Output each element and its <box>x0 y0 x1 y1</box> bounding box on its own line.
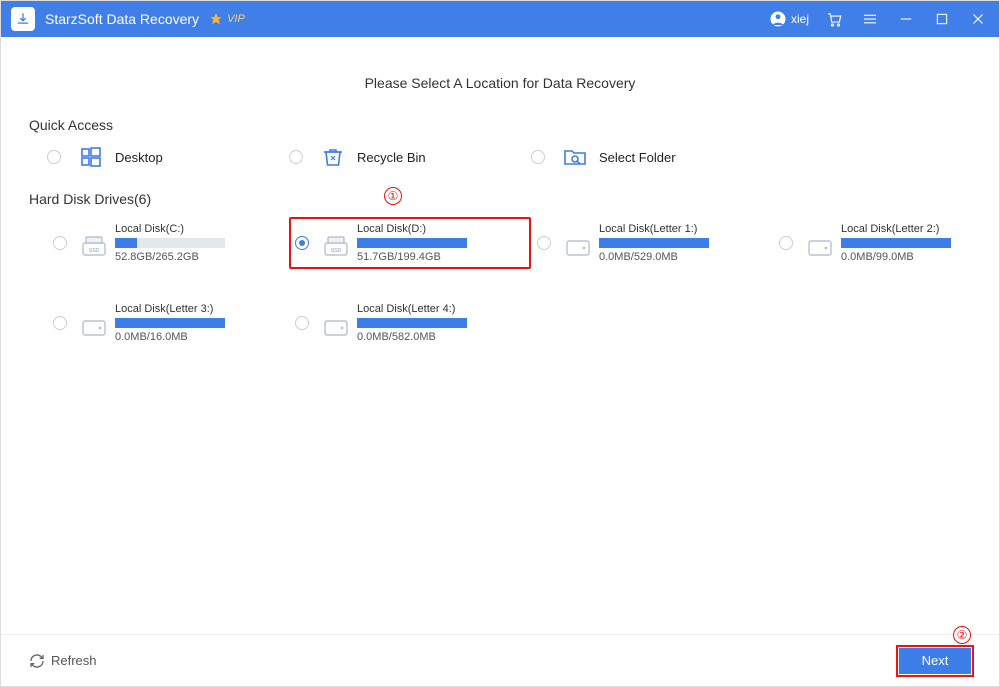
drive-letter2[interactable]: Local Disk(Letter 2:) 0.0MB/99.0MB <box>773 217 1000 269</box>
drives-grid: SSD Local Disk(C:) 52.8GB/265.2GB SSD Lo… <box>47 217 971 349</box>
drive-d[interactable]: SSD Local Disk(D:) 51.7GB/199.4GB <box>289 217 531 269</box>
folder-search-icon <box>561 143 589 171</box>
drive-usage: 52.8GB/265.2GB <box>115 251 235 263</box>
radio-recycle[interactable] <box>289 150 303 164</box>
radio-drive[interactable] <box>53 236 67 250</box>
usage-bar <box>599 238 709 248</box>
drive-usage: 0.0MB/16.0MB <box>115 331 235 343</box>
quick-access-header: Quick Access <box>29 117 971 133</box>
ssd-icon: SSD <box>323 235 349 257</box>
maximize-icon[interactable] <box>931 8 953 30</box>
footer: Refresh ② Next <box>1 634 999 686</box>
drive-letter4[interactable]: Local Disk(Letter 4:) 0.0MB/582.0MB <box>289 297 531 349</box>
usage-bar <box>115 318 225 328</box>
drive-name: Local Disk(Letter 2:) <box>841 223 961 235</box>
drive-name: Local Disk(Letter 4:) <box>357 303 477 315</box>
radio-drive[interactable] <box>53 316 67 330</box>
quick-label: Select Folder <box>599 150 676 165</box>
radio-drive[interactable] <box>295 236 309 250</box>
usage-bar <box>115 238 225 248</box>
minimize-icon[interactable] <box>895 8 917 30</box>
cart-icon[interactable] <box>823 8 845 30</box>
annotation-1: ① <box>384 187 402 205</box>
refresh-label: Refresh <box>51 653 97 668</box>
username: xiej <box>791 12 809 26</box>
svg-text:SSD: SSD <box>89 248 100 254</box>
drive-letter3[interactable]: Local Disk(Letter 3:) 0.0MB/16.0MB <box>47 297 289 349</box>
windows-icon <box>77 143 105 171</box>
drive-name: Local Disk(D:) <box>357 223 477 235</box>
ssd-icon: SSD <box>81 235 107 257</box>
hdd-icon <box>81 315 107 337</box>
radio-drive[interactable] <box>295 316 309 330</box>
quick-item-folder[interactable]: Select Folder <box>531 143 773 171</box>
titlebar: StarzSoft Data Recovery VIP xiej <box>1 1 999 37</box>
hard-drives-header: Hard Disk Drives(6) <box>29 191 971 207</box>
app-title: StarzSoft Data Recovery <box>45 11 199 27</box>
quick-item-recycle[interactable]: Recycle Bin <box>289 143 531 171</box>
usage-bar <box>357 318 467 328</box>
quick-access-row: Desktop Recycle Bin Select Folder <box>29 143 971 171</box>
radio-drive[interactable] <box>779 236 793 250</box>
menu-icon[interactable] <box>859 8 881 30</box>
quick-item-desktop[interactable]: Desktop <box>47 143 289 171</box>
radio-drive[interactable] <box>537 236 551 250</box>
drive-usage: 51.7GB/199.4GB <box>357 251 477 263</box>
drive-usage: 0.0MB/582.0MB <box>357 331 477 343</box>
drive-usage: 0.0MB/529.0MB <box>599 251 719 263</box>
vip-label: VIP <box>227 13 245 25</box>
annotation-2: ② <box>953 626 971 644</box>
radio-desktop[interactable] <box>47 150 61 164</box>
vip-badge: VIP <box>209 12 245 26</box>
close-icon[interactable] <box>967 8 989 30</box>
hdd-icon <box>565 235 591 257</box>
quick-label: Recycle Bin <box>357 150 426 165</box>
usage-bar <box>357 238 467 248</box>
user-account[interactable]: xiej <box>769 10 809 28</box>
quick-label: Desktop <box>115 150 163 165</box>
drive-name: Local Disk(C:) <box>115 223 235 235</box>
radio-folder[interactable] <box>531 150 545 164</box>
drive-letter1[interactable]: Local Disk(Letter 1:) 0.0MB/529.0MB <box>531 217 773 269</box>
hdd-icon <box>807 235 833 257</box>
refresh-button[interactable]: Refresh <box>29 653 97 669</box>
drive-name: Local Disk(Letter 3:) <box>115 303 235 315</box>
hdd-icon <box>323 315 349 337</box>
usage-bar <box>841 238 951 248</box>
drive-c[interactable]: SSD Local Disk(C:) 52.8GB/265.2GB <box>47 217 289 269</box>
app-icon <box>11 7 35 31</box>
next-button[interactable]: Next <box>899 648 971 674</box>
svg-text:SSD: SSD <box>331 248 342 254</box>
drive-usage: 0.0MB/99.0MB <box>841 251 961 263</box>
main-content: Please Select A Location for Data Recove… <box>1 37 999 637</box>
drive-name: Local Disk(Letter 1:) <box>599 223 719 235</box>
recycle-bin-icon <box>319 143 347 171</box>
page-title: Please Select A Location for Data Recove… <box>29 75 971 91</box>
